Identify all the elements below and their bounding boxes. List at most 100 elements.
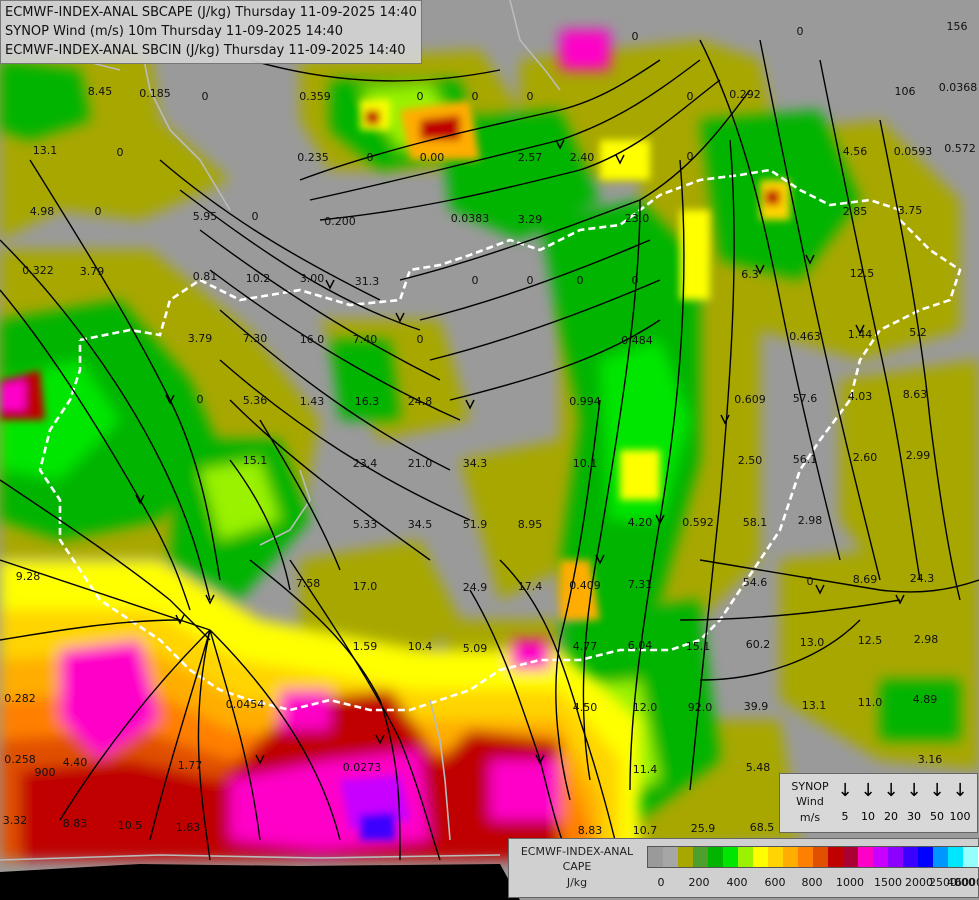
cape-value-label: 1.44 [848, 328, 873, 341]
cape-value-label: 0.409 [569, 579, 601, 592]
cape-value-label: 4.77 [573, 640, 598, 653]
cape-value-label: 7.58 [296, 577, 321, 590]
cape-legend-tick: 400 [726, 876, 748, 889]
map-title-box: ECMWF-INDEX-ANAL SBCAPE (J/kg) Thursday … [0, 0, 422, 64]
cape-value-label: 0.0368 [939, 81, 978, 94]
cape-value-label: 8.83 [63, 817, 88, 830]
cape-value-label: 0 [797, 25, 804, 38]
wind-legend-item: ↓ 20 [880, 780, 902, 824]
cape-value-label: 9.28 [16, 570, 41, 583]
wind-legend-item: ↓ 10 [857, 780, 879, 824]
cape-value-label: 1.43 [300, 395, 325, 408]
cape-value-label: 0.81 [193, 270, 218, 283]
cape-value-label: 106 [895, 85, 916, 98]
cape-value-label: 8.63 [903, 388, 928, 401]
cape-value-label: 2.99 [906, 449, 931, 462]
cape-value-label: 10.5 [118, 819, 143, 832]
cape-value-label: 0.572 [944, 142, 976, 155]
cape-value-label: 6.04 [628, 639, 653, 652]
cape-value-label: 1.59 [353, 640, 378, 653]
cape-legend-tick: 6000 [955, 876, 979, 889]
cape-value-label: 57.6 [793, 392, 818, 405]
cape-value-label: 0.0593 [894, 145, 933, 158]
cape-value-label: 0 [252, 210, 259, 223]
cape-value-label: 2.50 [738, 454, 763, 467]
cape-color-swatch [798, 847, 813, 867]
cape-color-swatch [648, 847, 663, 867]
cape-legend-tick: 200 [688, 876, 710, 889]
cape-value-label: 12.5 [858, 634, 883, 647]
cape-value-label: 5.2 [909, 326, 927, 339]
cape-value-label: 0 [632, 30, 639, 43]
wind-arrow-icon: ↓ [883, 780, 899, 801]
cape-value-label: 0.00 [420, 151, 445, 164]
cape-value-label: 31.3 [355, 275, 380, 288]
cape-value-label: 0 [632, 274, 639, 287]
cape-value-label: 7.40 [353, 333, 378, 346]
cape-value-label: 2.60 [853, 451, 878, 464]
cape-value-label: 4.50 [573, 701, 598, 714]
cape-value-label: 0.592 [682, 516, 714, 529]
wind-arrow-icon: ↓ [929, 780, 945, 801]
cape-value-label: 0.292 [729, 88, 761, 101]
cape-color-swatch [663, 847, 678, 867]
weather-map[interactable]: 8.45 0.185 0 0.359 0 0 0 0 0 0 156 0.0368 13.1 0 0.235… [0, 0, 979, 900]
cape-value-label: 0 [687, 90, 694, 103]
wind-arrow-icon: ↓ [860, 780, 876, 801]
cape-value-label: 58.1 [743, 516, 768, 529]
cape-value-label: 0.0383 [451, 212, 490, 225]
title-sbcape: ECMWF-INDEX-ANAL SBCAPE (J/kg) Thursday … [5, 5, 417, 20]
cape-value-label: 0.258 [4, 753, 36, 766]
cape-value-label: 8.83 [578, 824, 603, 837]
cape-value-label: 34.3 [463, 457, 488, 470]
wind-arrow-icon: ↓ [906, 780, 922, 801]
cape-value-label: 68.5 [750, 821, 775, 834]
cape-color-swatch [738, 847, 753, 867]
cape-value-label: 13.0 [800, 636, 825, 649]
map-canvas[interactable]: 8.45 0.185 0 0.359 0 0 0 0 0 0 156 0.0368 13.1 0 0.235… [0, 0, 979, 900]
cape-value-label: 0 [202, 90, 209, 103]
cape-value-label: 21.0 [408, 457, 433, 470]
cape-color-swatch [708, 847, 723, 867]
cape-color-swatch [783, 847, 798, 867]
cape-color-swatch [813, 847, 828, 867]
wind-legend-item: ↓ 100 [949, 780, 971, 823]
cape-value-label: 0 [527, 90, 534, 103]
cape-value-label: 24.8 [408, 395, 433, 408]
cape-value-label: 4.89 [913, 693, 938, 706]
cape-value-label: 0 [577, 274, 584, 287]
cape-value-label: 2.40 [570, 151, 595, 164]
cape-value-label: 0 [527, 274, 534, 287]
cape-value-label: 0.200 [324, 215, 356, 228]
wind-arrow-icon: ↓ [837, 780, 853, 801]
cape-value-label: 5.33 [353, 518, 378, 531]
cape-value-label: 0 [197, 393, 204, 406]
cape-value-label: 4.40 [63, 756, 88, 769]
cape-value-label: 12.5 [850, 267, 875, 280]
cape-value-label: 11.4 [633, 763, 658, 776]
title-synop-wind: SYNOP Wind (m/s) 10m Thursday 11-09-2025… [5, 24, 344, 39]
cape-value-label: 4.56 [843, 145, 868, 158]
cape-value-label: 0.235 [297, 151, 329, 164]
cape-value-label: 10.1 [573, 457, 598, 470]
cape-value-label: 8.45 [88, 85, 113, 98]
cape-color-swatch [903, 847, 918, 867]
cape-value-label: 0 [807, 575, 814, 588]
cape-value-label: 2.57 [518, 151, 543, 164]
cape-value-label: 1.63 [176, 821, 201, 834]
cape-value-label: 0 [95, 205, 102, 218]
cape-value-label: 3.79 [188, 332, 213, 345]
cape-color-swatch [918, 847, 933, 867]
cape-value-label: 8.69 [853, 573, 878, 586]
cape-color-swatch [753, 847, 768, 867]
cape-value-label: 56.1 [793, 453, 818, 466]
cape-color-swatch [948, 847, 963, 867]
cape-value-label: 15.1 [686, 640, 711, 653]
cape-legend-title: ECMWF-INDEX-ANAL [520, 845, 634, 858]
cape-value-label: 7.31 [628, 578, 653, 591]
cape-legend-subtitle: CAPE [562, 860, 592, 873]
cape-value-label: 3.29 [518, 213, 543, 226]
cape-value-label: 1.77 [178, 759, 203, 772]
cape-value-label: 0.322 [22, 264, 54, 277]
wind-legend-item: ↓ 50 [926, 780, 948, 824]
